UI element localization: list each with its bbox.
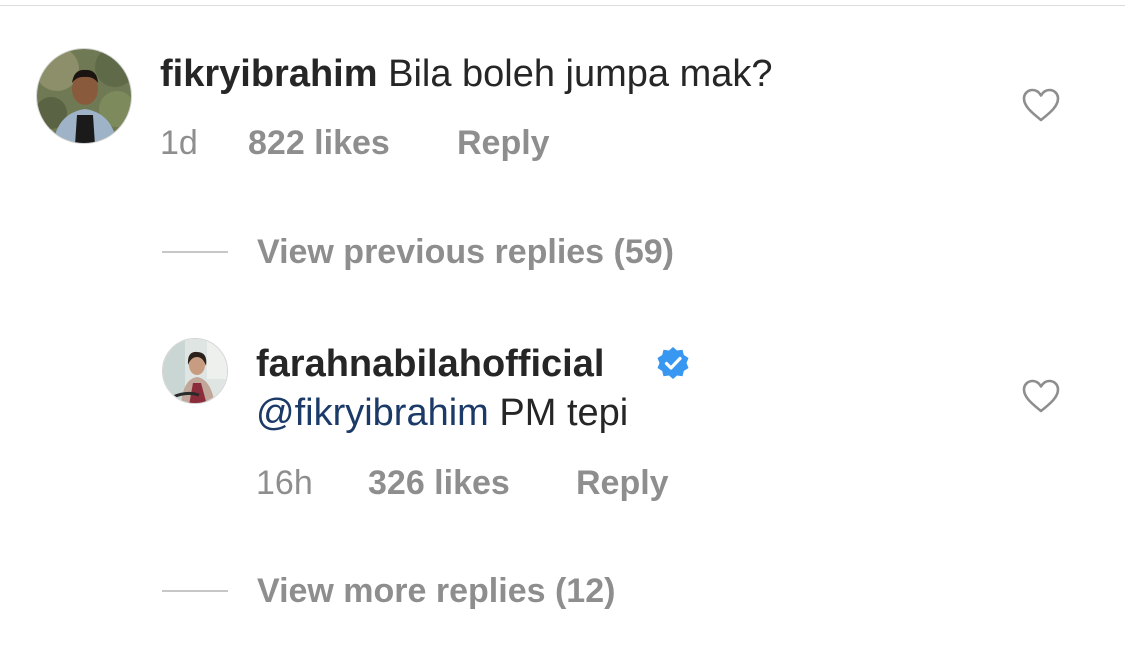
verified-badge-icon bbox=[657, 347, 689, 379]
comment-likes[interactable]: 822 likes bbox=[248, 123, 390, 163]
avatar-fikryibrahim[interactable] bbox=[36, 48, 132, 144]
view-more-replies[interactable]: View more replies (12) bbox=[162, 571, 762, 611]
comment-meta: 1d 822 likes Reply bbox=[160, 123, 580, 163]
replies-divider bbox=[162, 590, 228, 592]
heart-outline-icon[interactable] bbox=[1021, 378, 1061, 414]
reply-meta: 16h 326 likes Reply bbox=[256, 463, 696, 503]
comment-text: Bila boleh jumpa mak? bbox=[388, 53, 773, 95]
heart-outline-icon[interactable] bbox=[1021, 87, 1061, 123]
view-previous-replies-label[interactable]: View previous replies (59) bbox=[257, 232, 674, 272]
view-more-replies-label[interactable]: View more replies (12) bbox=[257, 571, 615, 611]
view-previous-replies[interactable]: View previous replies (59) bbox=[162, 232, 802, 272]
reply-likes[interactable]: 326 likes bbox=[368, 463, 510, 503]
comment-username[interactable]: fikryibrahim bbox=[160, 53, 378, 95]
reply-time: 16h bbox=[256, 464, 313, 502]
reply-body: @fikryibrahim PM tepi bbox=[256, 389, 628, 437]
reply-text: PM tepi bbox=[499, 392, 629, 434]
comment-time: 1d bbox=[160, 124, 198, 162]
avatar-image bbox=[163, 339, 227, 403]
reply-header: farahnabilahofficial bbox=[256, 340, 604, 388]
comment-body: fikryibrahim Bila boleh jumpa mak? bbox=[160, 50, 773, 98]
reply-username[interactable]: farahnabilahofficial bbox=[256, 343, 604, 385]
replies-divider bbox=[162, 251, 228, 253]
top-divider bbox=[0, 5, 1125, 6]
comment-reply-button[interactable]: Reply bbox=[457, 123, 550, 163]
avatar-image bbox=[37, 49, 131, 143]
reply-reply-button[interactable]: Reply bbox=[576, 463, 669, 503]
reply-mention-link[interactable]: @fikryibrahim bbox=[256, 392, 489, 434]
avatar-farahnabilahofficial[interactable] bbox=[162, 338, 228, 404]
